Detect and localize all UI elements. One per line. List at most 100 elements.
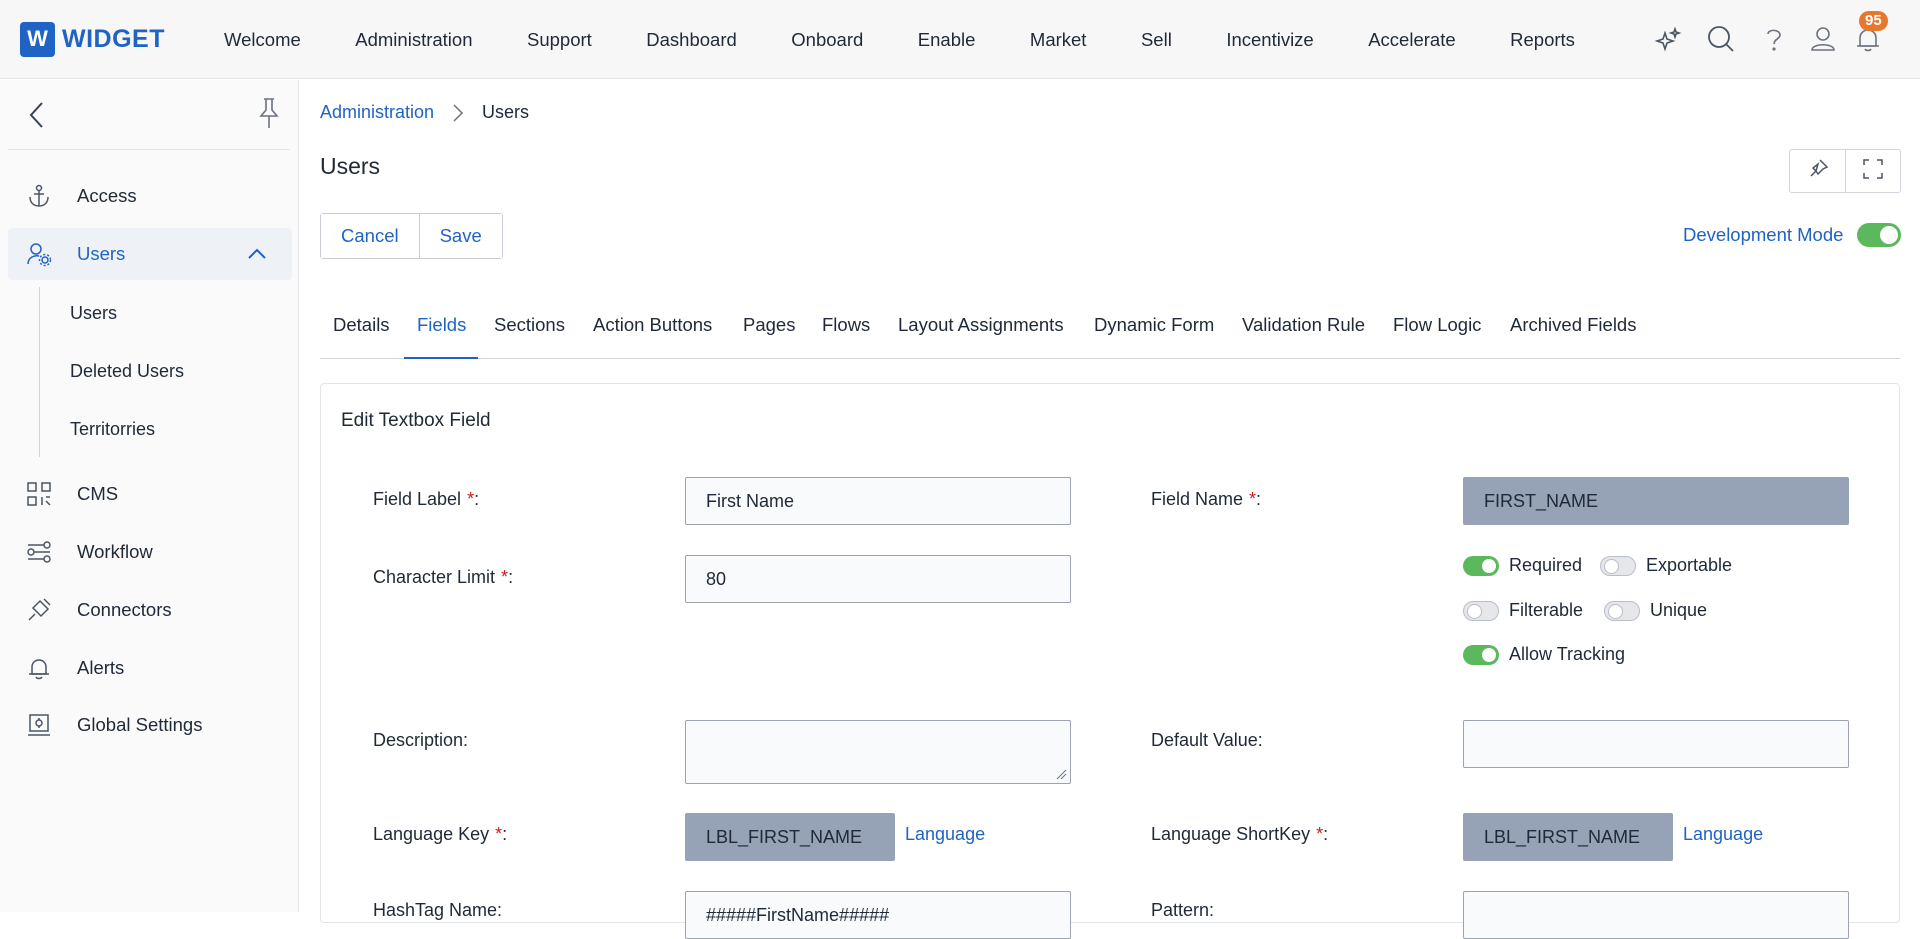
sidebar-subitem-users[interactable]: Users (70, 303, 117, 324)
tab-flow-logic[interactable]: Flow Logic (1393, 314, 1481, 336)
edit-field-card: Edit Textbox Field Field Label *: First N… (320, 383, 1900, 939)
nav-reports[interactable]: Reports (1510, 29, 1575, 51)
sidebar-item-label: Access (77, 185, 137, 206)
chevron-right-icon (448, 103, 468, 123)
development-mode: Development Mode (1683, 223, 1902, 247)
fullscreen-button[interactable] (1845, 150, 1900, 192)
label-text: Language Key (373, 824, 490, 844)
switch-track[interactable] (1604, 600, 1640, 621)
breadcrumb-administration[interactable]: Administration (320, 102, 434, 123)
tab-layout-assignments[interactable]: Layout Assignments (898, 314, 1064, 336)
development-mode-toggle[interactable] (1857, 223, 1902, 247)
sidebar-subitem-territories[interactable]: Territorries (70, 419, 155, 440)
sidebar-item-alerts[interactable]: Alerts (8, 642, 292, 694)
language-shortkey-link[interactable]: Language (1683, 824, 1763, 845)
sparkle-icon[interactable] (1653, 24, 1683, 54)
tab-sections[interactable]: Sections (494, 314, 565, 336)
chevron-up-icon[interactable] (246, 244, 268, 264)
exportable-switch[interactable]: Exportable (1600, 555, 1732, 576)
tab-details[interactable]: Details (333, 314, 390, 336)
switch-track[interactable] (1463, 644, 1499, 665)
required-switch[interactable]: Required (1463, 555, 1582, 576)
nav-market[interactable]: Market (1030, 29, 1087, 51)
field-label-input[interactable]: First Name (685, 477, 1071, 525)
character-limit-label: Character Limit *: (373, 567, 514, 587)
search-icon[interactable] (1706, 24, 1736, 54)
tab-flows[interactable]: Flows (822, 314, 870, 336)
character-limit-input[interactable]: 80 (685, 555, 1071, 603)
bell-icon (26, 655, 52, 681)
app-logo[interactable]: W WIDGET (20, 21, 165, 57)
logo-text: WIDGET (62, 24, 165, 53)
nav-onboard[interactable]: Onboard (791, 29, 863, 51)
cancel-button[interactable]: Cancel (321, 214, 419, 258)
language-shortkey-input[interactable]: LBL_FIRST_NAME (1463, 813, 1673, 861)
sidebar-item-label: Connectors (77, 599, 172, 620)
field-name-input[interactable]: FIRST_NAME (1463, 477, 1849, 525)
pin-icon[interactable] (256, 96, 282, 130)
active-tab-indicator (404, 357, 478, 359)
tab-action-buttons[interactable]: Action Buttons (593, 314, 712, 336)
nav-welcome[interactable]: Welcome (224, 29, 301, 51)
nav-incentivize[interactable]: Incentivize (1226, 29, 1313, 51)
switch-label: Unique (1650, 600, 1708, 620)
filterable-switch[interactable]: Filterable (1463, 600, 1583, 621)
help-icon[interactable] (1759, 24, 1789, 54)
top-navbar: W WIDGET Welcome Administration Support … (0, 0, 1920, 79)
nav-dashboard[interactable]: Dashboard (646, 29, 737, 51)
default-value-label: Default Value: (1151, 730, 1263, 750)
sidebar-subitem-deleted-users[interactable]: Deleted Users (70, 361, 184, 382)
switch-track[interactable] (1463, 600, 1499, 621)
label-text: Character Limit (373, 567, 496, 587)
unique-switch[interactable]: Unique (1604, 600, 1707, 621)
field-label-label: Field Label *: (373, 489, 480, 509)
notification-badge: 95 (1859, 11, 1888, 31)
sidebar-item-cms[interactable]: CMS (8, 468, 292, 520)
sidebar-item-workflow[interactable]: Workflow (8, 526, 292, 578)
pin-icon (1807, 158, 1829, 185)
sidebar-item-users[interactable]: Users (8, 228, 292, 280)
resize-handle-icon[interactable] (1055, 768, 1067, 780)
pin-button[interactable] (1790, 150, 1845, 192)
switch-track[interactable] (1600, 555, 1636, 576)
sidebar-item-access[interactable]: Access (8, 170, 292, 222)
description-textarea[interactable] (685, 720, 1071, 784)
nav-administration[interactable]: Administration (355, 29, 472, 51)
breadcrumb-current: Users (482, 102, 530, 122)
language-key-input[interactable]: LBL_FIRST_NAME (685, 813, 895, 861)
tab-validation-rule[interactable]: Validation Rule (1242, 314, 1365, 336)
save-button[interactable]: Save (418, 214, 502, 258)
switch-track[interactable] (1463, 555, 1499, 576)
nav-support[interactable]: Support (527, 29, 592, 51)
tab-archived-fields[interactable]: Archived Fields (1510, 314, 1636, 336)
user-icon[interactable] (1808, 24, 1838, 54)
anchor-icon (26, 183, 52, 209)
submenu-divider (39, 287, 40, 457)
switch-label: Exportable (1646, 555, 1733, 575)
logo-mark: W (20, 21, 55, 57)
sidebar-item-label: CMS (77, 483, 119, 504)
tab-pages[interactable]: Pages (743, 314, 795, 336)
default-value-input[interactable] (1463, 720, 1849, 768)
nav-enable[interactable]: Enable (918, 29, 976, 51)
settings-screen-icon (26, 712, 52, 738)
sidebar-item-global-settings[interactable]: Global Settings (8, 699, 292, 751)
language-key-label: Language Key *: (373, 824, 508, 844)
language-key-link[interactable]: Language (905, 824, 985, 845)
qr-code-icon (26, 481, 52, 507)
nav-sell[interactable]: Sell (1141, 29, 1172, 51)
fullscreen-icon (1862, 158, 1884, 185)
chevron-left-icon[interactable] (26, 100, 48, 130)
switch-label: Filterable (1509, 600, 1584, 620)
allow-tracking-switch[interactable]: Allow Tracking (1463, 644, 1625, 665)
tab-dynamic-form[interactable]: Dynamic Form (1094, 314, 1214, 336)
sidebar-item-connectors[interactable]: Connectors (8, 584, 292, 636)
tab-fields[interactable]: Fields (417, 314, 466, 336)
nav-accelerate[interactable]: Accelerate (1368, 29, 1455, 51)
users-gear-icon (26, 241, 52, 267)
pattern-input[interactable] (1463, 891, 1849, 939)
page-title: Users (320, 153, 381, 179)
sidebar-item-label: Users (77, 243, 126, 264)
workflow-icon (26, 539, 52, 565)
hashtag-name-input[interactable]: #####FirstName##### (685, 891, 1071, 939)
